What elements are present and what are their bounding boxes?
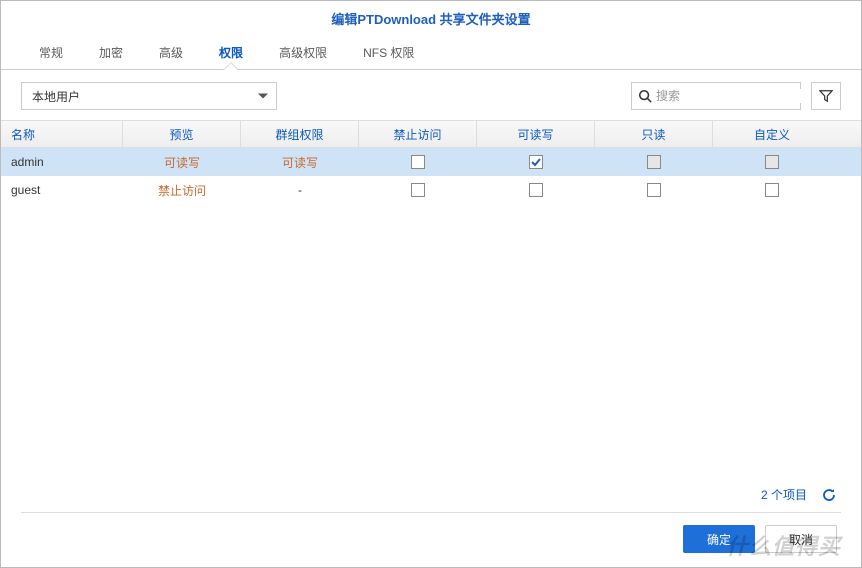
tab-5[interactable]: NFS 权限 [345,36,432,69]
ro-checkbox[interactable] [647,155,661,169]
cell-preview: 禁止访问 [123,182,241,199]
table-row[interactable]: admin可读写可读写 [1,148,861,176]
custom-checkbox[interactable] [765,183,779,197]
search-input[interactable] [656,89,811,103]
ok-button[interactable]: 确定 [683,525,755,553]
tab-0[interactable]: 常规 [21,36,81,69]
cell-preview: 可读写 [123,154,241,171]
tab-1[interactable]: 加密 [81,36,141,69]
custom-checkbox[interactable] [765,155,779,169]
rw-checkbox[interactable] [529,183,543,197]
dropdown-value: 本地用户 [32,88,80,105]
tab-4[interactable]: 高级权限 [261,36,345,69]
footer-buttons: 确定 取消 [683,525,837,553]
cell-group: - [241,183,359,197]
cell-deny [359,183,477,197]
col-ro[interactable]: 只读 [595,121,713,147]
cell-ro [595,155,713,169]
cancel-button[interactable]: 取消 [765,525,837,553]
table-row[interactable]: guest禁止访问- [1,176,861,204]
cell-rw [477,183,595,197]
cell-name: admin [1,155,123,169]
refresh-icon [821,487,837,503]
tab-3[interactable]: 权限 [201,36,261,69]
col-group[interactable]: 群组权限 [241,121,359,147]
rw-checkbox[interactable] [529,155,543,169]
col-custom[interactable]: 自定义 [713,121,831,147]
toolbar: 本地用户 [1,70,861,120]
deny-checkbox[interactable] [411,155,425,169]
col-preview[interactable]: 预览 [123,121,241,147]
search-box[interactable] [631,82,801,110]
footer-info: 2 个项目 [761,486,837,503]
item-count: 2 个项目 [761,486,807,503]
cell-group: 可读写 [241,154,359,171]
tab-bar: 常规加密高级权限高级权限NFS 权限 [1,36,861,70]
footer-separator [21,512,841,513]
cell-name: guest [1,183,123,197]
cell-rw [477,155,595,169]
refresh-button[interactable] [821,487,837,503]
chevron-down-icon [258,94,268,99]
cell-custom [713,155,831,169]
cell-deny [359,155,477,169]
col-name[interactable]: 名称 [1,121,123,147]
permissions-table: 名称 预览 群组权限 禁止访问 可读写 只读 自定义 admin可读写可读写gu… [1,120,861,204]
user-type-dropdown[interactable]: 本地用户 [21,82,277,110]
cell-ro [595,183,713,197]
dialog-title: 编辑PTDownload 共享文件夹设置 [1,1,861,36]
filter-button[interactable] [811,82,841,110]
ro-checkbox[interactable] [647,183,661,197]
cell-custom [713,183,831,197]
search-icon [638,89,652,103]
col-rw[interactable]: 可读写 [477,121,595,147]
funnel-icon [819,89,833,103]
deny-checkbox[interactable] [411,183,425,197]
tab-2[interactable]: 高级 [141,36,201,69]
table-header: 名称 预览 群组权限 禁止访问 可读写 只读 自定义 [1,120,861,148]
col-deny[interactable]: 禁止访问 [359,121,477,147]
